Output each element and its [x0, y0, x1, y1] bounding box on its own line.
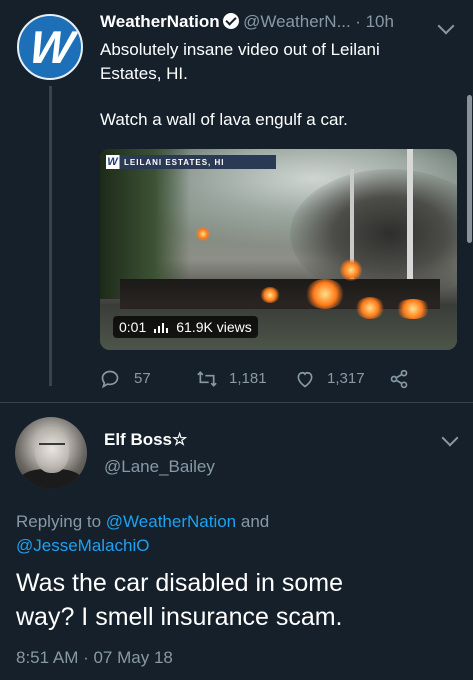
signal-bars-icon — [154, 321, 169, 333]
tweet-text: Absolutely insane video out of Leilani E… — [100, 38, 460, 132]
avatar-face — [35, 429, 69, 473]
reply-icon[interactable] — [100, 369, 120, 389]
badge-logo: W — [107, 156, 119, 168]
reply-text-line: way? I smell insurance scam. — [16, 603, 343, 631]
reply-author: Elf Boss☆ — [104, 430, 187, 450]
reply-text-line: Was the car disabled in some — [16, 569, 344, 597]
video-fire — [305, 279, 345, 309]
thread-line — [49, 86, 52, 386]
video-player[interactable]: W LEILANI ESTATES, HI 0:01 61.9K views — [100, 149, 457, 350]
tweet-text-line: Absolutely insane video out of Leilani — [100, 40, 380, 59]
replying-prefix: Replying to — [16, 512, 102, 531]
video-fire — [340, 259, 362, 281]
video-fire — [196, 227, 210, 241]
weathernation-avatar[interactable]: W — [17, 14, 83, 80]
retweet-count: 1,181 — [229, 370, 267, 387]
video-location-badge: W LEILANI ESTATES, HI — [106, 155, 276, 169]
video-info: 0:01 61.9K views — [113, 316, 258, 338]
video-duration: 0:01 — [119, 319, 147, 335]
tweet-time[interactable]: · 10h — [355, 12, 394, 31]
reply-author-name[interactable]: Elf Boss — [104, 430, 172, 449]
replying-and: and — [240, 512, 270, 531]
tweet-text-line: Watch a wall of lava engulf a car. — [100, 110, 348, 129]
video-fire — [355, 297, 385, 319]
reply-text: Was the car disabled in some way? I smel… — [16, 566, 466, 634]
video-fire — [395, 299, 431, 319]
avatar-glasses — [39, 443, 65, 451]
star-icon: ☆ — [172, 430, 188, 449]
tweet-actions: 57 1,181 1,317 — [100, 368, 420, 390]
author-name[interactable]: WeatherNation — [100, 12, 220, 31]
like-count: 1,317 — [327, 370, 365, 387]
retweet-icon[interactable] — [196, 369, 218, 389]
replying-user-link[interactable]: @WeatherNation — [106, 512, 236, 531]
divider — [0, 402, 473, 403]
video-trees — [100, 149, 190, 299]
video-fire — [260, 287, 280, 303]
reply-author-handle[interactable]: @Lane_Bailey — [104, 457, 215, 477]
reply-count: 57 — [134, 370, 151, 387]
badge-text: LEILANI ESTATES, HI — [124, 157, 225, 167]
replying-to: Replying to @WeatherNation and @JesseMal… — [16, 510, 456, 558]
like-icon[interactable] — [295, 369, 315, 389]
elf-boss-avatar[interactable] — [15, 417, 87, 489]
scrollbar[interactable] — [467, 95, 472, 243]
tweet-header: WeatherNation @WeatherN... · 10h — [100, 12, 394, 32]
verified-icon — [222, 13, 239, 29]
video-views: 61.9K views — [176, 319, 252, 335]
reply-timestamp[interactable]: 8:51 AM · 07 May 18 — [16, 648, 173, 668]
chevron-down-icon[interactable] — [441, 429, 459, 447]
author-handle[interactable]: @WeatherN... — [243, 12, 351, 31]
share-icon[interactable] — [389, 369, 409, 389]
replying-user-link[interactable]: @JesseMalachiO — [16, 536, 149, 555]
chevron-down-icon[interactable] — [437, 17, 455, 35]
tweet-text-line: Estates, HI. — [100, 64, 188, 83]
